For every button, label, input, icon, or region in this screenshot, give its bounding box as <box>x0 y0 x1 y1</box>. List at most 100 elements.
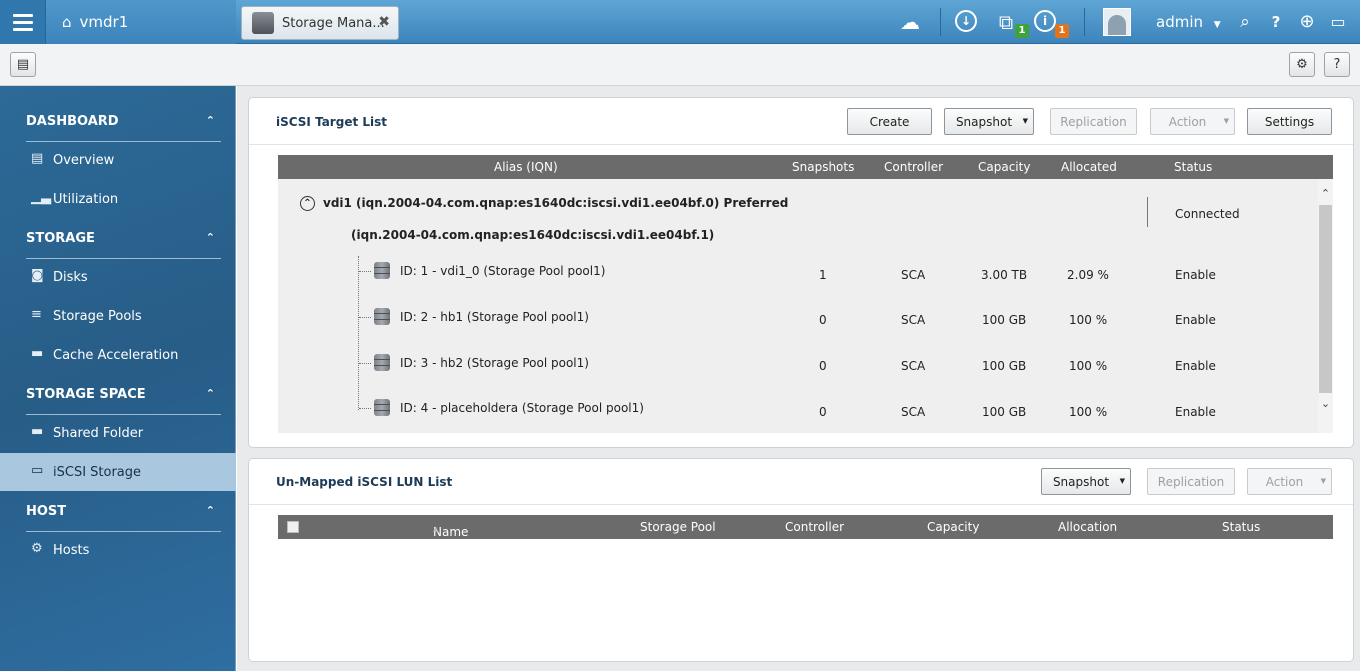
tree-line <box>359 408 371 409</box>
sidebar-item-label: Overview <box>53 152 115 168</box>
col-allocated[interactable]: Allocated <box>1061 160 1117 174</box>
scroll-up-icon[interactable]: ⌃ <box>1319 187 1332 200</box>
storage-manager-tab[interactable]: Storage Mana... ✖ <box>241 6 399 40</box>
top-bar: ⌂ vmdr1 Storage Mana... ✖ ☁ ↓ ⧉ 1 i 1 ad… <box>0 0 1360 44</box>
lun-icon <box>374 262 390 279</box>
panel-title: Un-Mapped iSCSI LUN List <box>276 475 453 489</box>
col-storage-pool[interactable]: Storage Pool <box>640 520 716 534</box>
search-icon[interactable]: ⌕ <box>1233 10 1257 34</box>
menu-icon <box>12 12 33 33</box>
col-controller[interactable]: Controller <box>785 520 844 534</box>
action-button[interactable]: Action ▼ <box>1150 108 1235 135</box>
lun-name[interactable]: ID: 2 - hb1 (Storage Pool pool1) <box>400 310 589 324</box>
menu-button[interactable] <box>0 0 46 44</box>
home-tab[interactable]: ⌂ vmdr1 <box>46 0 236 44</box>
sidebar-item-cache-acceleration[interactable]: ▬ Cache Acceleration <box>0 336 236 374</box>
divider <box>1147 197 1148 227</box>
col-allocation[interactable]: Allocation <box>1058 520 1117 534</box>
scroll-down-icon[interactable]: ⌄ <box>1319 397 1332 410</box>
folder-icon: ▬ <box>31 424 44 439</box>
section-dashboard[interactable]: DASHBOARD ⌃ <box>26 114 221 142</box>
cloud-icon[interactable]: ☁ <box>898 10 922 34</box>
monitor-icon[interactable]: ▭ <box>1326 10 1350 34</box>
lun-icon <box>374 399 390 416</box>
sidebar-item-label: Cache Acceleration <box>53 347 179 363</box>
lun-status: Enable <box>1175 268 1216 282</box>
sidebar-item-shared-folder[interactable]: ▬ Shared Folder <box>0 414 236 452</box>
collapse-target-icon[interactable]: ⌃ <box>300 196 315 211</box>
chevron-down-icon: ▼ <box>1119 477 1125 485</box>
globe-icon[interactable]: ⊕ <box>1295 10 1319 34</box>
sidebar-item-disks[interactable]: ◙ Disks <box>0 258 236 296</box>
action-label: Action <box>1265 474 1304 489</box>
target-name[interactable]: vdi1 (iqn.2004-04.com.qnap:es1640dc:iscs… <box>323 196 788 210</box>
create-button[interactable]: Create <box>847 108 932 135</box>
col-alias[interactable]: Alias (IQN) <box>494 160 558 174</box>
replication-button[interactable]: Replication <box>1147 468 1235 495</box>
sidebar-item-hosts[interactable]: ⚙ Hosts <box>0 531 236 569</box>
target-status: Connected <box>1175 207 1240 221</box>
home-label: vmdr1 <box>79 13 129 31</box>
lun-capacity: 100 GB <box>982 313 1027 327</box>
sidebar-item-label: iSCSI Storage <box>53 464 142 480</box>
col-capacity[interactable]: Capacity <box>927 520 979 534</box>
sidebar-item-utilization[interactable]: ▁▃ Utilization <box>0 180 236 218</box>
lun-status: Enable <box>1175 359 1216 373</box>
col-controller[interactable]: Controller <box>884 160 943 174</box>
collapse-icon: ⌃ <box>205 387 215 400</box>
lun-capacity: 100 GB <box>982 405 1027 419</box>
chevron-down-icon: ▼ <box>1213 20 1221 30</box>
lun-name[interactable]: ID: 4 - placeholdera (Storage Pool pool1… <box>400 401 644 415</box>
lun-controller: SCA <box>901 359 926 373</box>
home-icon: ⌂ <box>62 13 72 31</box>
section-title: STORAGE SPACE <box>26 387 146 402</box>
table-header: Alias (IQN) Snapshots Controller Capacit… <box>278 155 1333 179</box>
lun-allocated: 2.09 % <box>1067 268 1109 282</box>
info-icon[interactable]: i <box>1034 10 1056 32</box>
info-badge: 1 <box>1055 24 1069 38</box>
col-status[interactable]: Status <box>1222 520 1260 534</box>
panel-title: iSCSI Target List <box>276 115 388 129</box>
table-header: Name ▲ Storage Pool Controller Capacity … <box>278 515 1333 539</box>
app-toolbar: ▤ ⚙ ? <box>0 44 1360 86</box>
lun-snapshots: 1 <box>819 268 827 282</box>
col-capacity[interactable]: Capacity <box>978 160 1030 174</box>
replication-button[interactable]: Replication <box>1050 108 1137 135</box>
sidebar-item-overview[interactable]: ▤ Overview <box>0 141 236 179</box>
help-icon[interactable]: ? <box>1264 10 1288 34</box>
settings-button[interactable]: ⚙ <box>1289 52 1315 77</box>
close-icon[interactable]: ✖ <box>378 14 390 30</box>
collapse-icon: ⌃ <box>205 504 215 517</box>
user-menu[interactable]: admin ▼ <box>1156 13 1221 31</box>
settings-button[interactable]: Settings <box>1247 108 1332 135</box>
sidebar-item-iscsi-storage[interactable]: ▭ iSCSI Storage <box>0 453 236 491</box>
toggle-sidebar-button[interactable]: ▤ <box>10 52 36 77</box>
avatar-icon[interactable] <box>1103 8 1131 36</box>
clock-icon[interactable]: ↓ <box>955 10 977 32</box>
lun-capacity: 100 GB <box>982 359 1027 373</box>
lun-name[interactable]: ID: 1 - vdi1_0 (Storage Pool pool1) <box>400 264 605 278</box>
tree-line <box>359 317 371 318</box>
sidebar-item-storage-pools[interactable]: ≡ Storage Pools <box>0 297 236 335</box>
user-name: admin <box>1156 13 1203 31</box>
action-button[interactable]: Action ▼ <box>1247 468 1332 495</box>
divider <box>249 144 1353 145</box>
vertical-scrollbar[interactable]: ⌃ ⌄ <box>1318 179 1333 433</box>
snapshot-button[interactable]: Snapshot ▼ <box>944 108 1034 135</box>
col-status[interactable]: Status <box>1174 160 1212 174</box>
scroll-thumb[interactable] <box>1319 205 1332 393</box>
help-button[interactable]: ? <box>1324 52 1350 77</box>
sidebar-toggle-icon: ▤ <box>16 57 30 72</box>
lun-name[interactable]: ID: 3 - hb2 (Storage Pool pool1) <box>400 356 589 370</box>
col-snapshots[interactable]: Snapshots <box>792 160 854 174</box>
section-host[interactable]: HOST ⌃ <box>26 504 221 532</box>
snapshot-button[interactable]: Snapshot ▼ <box>1041 468 1131 495</box>
select-all-checkbox[interactable] <box>287 521 299 533</box>
section-storage-space[interactable]: STORAGE SPACE ⌃ <box>26 387 221 415</box>
sidebar-item-label: Disks <box>53 269 88 285</box>
lun-snapshots: 0 <box>819 405 827 419</box>
divider <box>940 8 941 36</box>
collapse-icon: ⌃ <box>205 231 215 244</box>
section-storage[interactable]: STORAGE ⌃ <box>26 231 221 259</box>
lun-status: Enable <box>1175 313 1216 327</box>
